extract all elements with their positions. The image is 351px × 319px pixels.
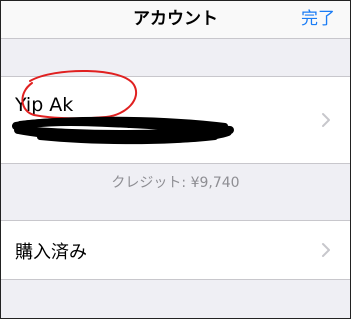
credit-balance: クレジット: ¥9,740 (111, 175, 240, 191)
redaction-scribble (12, 116, 234, 145)
navigation-bar: アカウント 完了 (0, 0, 351, 39)
chevron-right-icon (322, 243, 330, 257)
purchased-label: 購入済み (15, 242, 87, 263)
chevron-right-icon (322, 113, 330, 127)
purchased-row[interactable]: 購入済み (0, 220, 351, 280)
done-button[interactable]: 完了 (301, 4, 335, 29)
page-title: アカウント (133, 9, 218, 29)
